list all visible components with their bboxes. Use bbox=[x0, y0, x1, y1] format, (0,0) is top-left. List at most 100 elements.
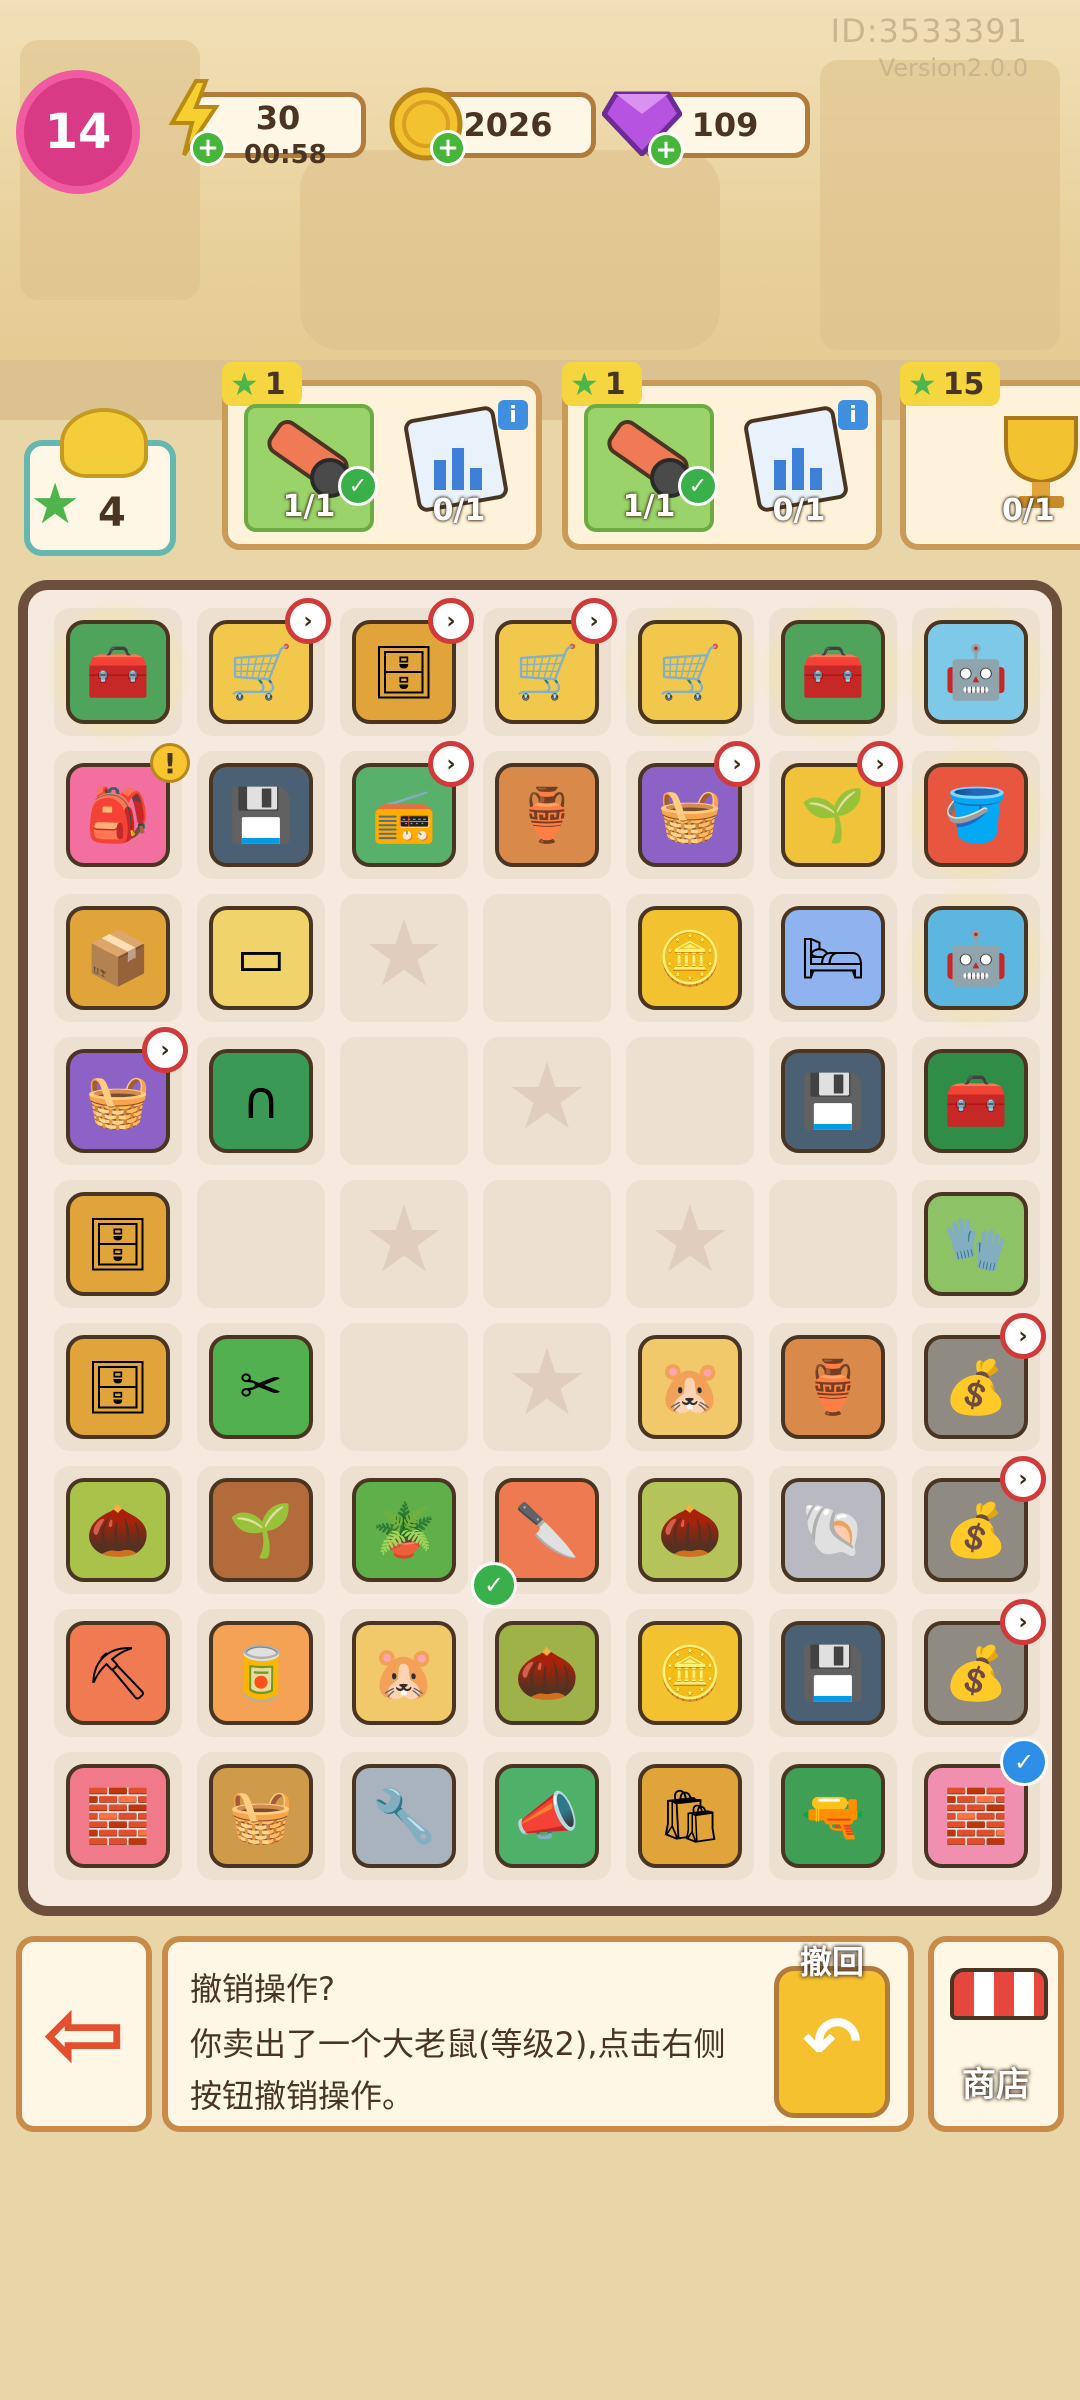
board-cell[interactable]: 🤖 bbox=[902, 884, 1050, 1032]
board-cell[interactable]: 🧺 › bbox=[626, 741, 760, 879]
empty-cell[interactable] bbox=[197, 1180, 325, 1308]
hamster-family-icon[interactable]: 🐹 bbox=[352, 1621, 456, 1725]
broken-pot-icon[interactable]: 🏺 bbox=[781, 1335, 885, 1439]
gold-coin-icon[interactable]: 🪙 bbox=[638, 906, 742, 1010]
pruning-shears-icon[interactable]: ✂ bbox=[209, 1335, 313, 1439]
board-cell[interactable]: 🗄 bbox=[54, 1180, 182, 1308]
board-cell[interactable]: 🤖 bbox=[902, 598, 1050, 746]
board-cell[interactable]: 🗄 › bbox=[340, 598, 474, 736]
dirt-crate-icon[interactable]: 🧱 bbox=[66, 1764, 170, 1868]
work-glove-icon[interactable]: 🧤 bbox=[924, 1192, 1028, 1296]
board-cell[interactable]: 🐹 bbox=[340, 1609, 468, 1737]
hand-strengthener-icon[interactable]: 🔧 bbox=[352, 1764, 456, 1868]
board-cell[interactable]: ✂ bbox=[197, 1323, 325, 1451]
board-cell[interactable]: 🏺 bbox=[769, 1323, 897, 1451]
board-cell[interactable]: 🧤 bbox=[912, 1180, 1040, 1308]
green-toolbox-icon[interactable]: 🧰 bbox=[66, 620, 170, 724]
empty-cell[interactable] bbox=[769, 1180, 897, 1308]
order-item-trophy[interactable]: 0/1 bbox=[996, 404, 1080, 532]
seed-bag-flat-icon[interactable]: 🌰 bbox=[638, 1478, 742, 1582]
info-icon[interactable]: i bbox=[838, 400, 868, 430]
board-cell[interactable]: 🗄 bbox=[54, 1323, 182, 1451]
board-cell[interactable]: 🧰 bbox=[912, 1037, 1040, 1165]
board-cell[interactable]: 💾 bbox=[769, 1609, 897, 1737]
empty-cell[interactable] bbox=[626, 1180, 754, 1308]
gems-plus-button[interactable]: + bbox=[648, 132, 684, 168]
board-cell[interactable]: 🧱 ✓ bbox=[912, 1738, 1048, 1880]
board-cell[interactable]: 🌰 bbox=[54, 1466, 182, 1594]
pink-backpack-icon[interactable]: 🎒 bbox=[66, 763, 170, 867]
undo-button[interactable]: 撤回 ↶ bbox=[774, 1943, 890, 2118]
board-cell[interactable]: 🧰 bbox=[759, 598, 907, 746]
empty-cell[interactable] bbox=[483, 894, 611, 1022]
board-cell[interactable]: 🔪 ✓ bbox=[471, 1466, 611, 1608]
empty-cell[interactable] bbox=[483, 1323, 611, 1451]
board-cell[interactable]: 🪴 bbox=[340, 1466, 468, 1594]
empty-tray-icon[interactable]: ▭ bbox=[209, 906, 313, 1010]
empty-cell[interactable] bbox=[340, 894, 468, 1022]
paint-bucket-icon[interactable]: 🪣 bbox=[924, 763, 1028, 867]
board-cell[interactable]: 💰 › bbox=[912, 1456, 1046, 1594]
board-cell[interactable]: 🪙 bbox=[626, 1609, 754, 1737]
board-cell[interactable]: 🧺 › bbox=[54, 1027, 188, 1165]
energy-plus-button[interactable]: + bbox=[190, 130, 226, 166]
order-card-3[interactable]: ★ 15 0/1 bbox=[900, 362, 1080, 550]
empty-cell[interactable] bbox=[626, 1037, 754, 1165]
pickaxe-icon[interactable]: ⛏ bbox=[66, 1621, 170, 1725]
board-cell[interactable]: 🔧 bbox=[340, 1752, 468, 1880]
board-cell[interactable]: 🪣 bbox=[902, 741, 1050, 889]
green-toolbox-open-icon[interactable]: 🧰 bbox=[781, 620, 885, 724]
cardboard-box-icon[interactable]: 📦 bbox=[66, 906, 170, 1010]
board-cell[interactable]: 🎒! bbox=[54, 743, 190, 879]
empty-cell[interactable] bbox=[483, 1180, 611, 1308]
cpu-chip-2-icon[interactable]: 💾 bbox=[781, 1049, 885, 1153]
empty-cell[interactable] bbox=[483, 1037, 611, 1165]
empty-cell[interactable] bbox=[340, 1323, 468, 1451]
paper-bag-icon[interactable]: 🛍 bbox=[638, 1764, 742, 1868]
board-cell[interactable]: 🌱 › bbox=[769, 741, 903, 879]
snail-shell-icon[interactable]: 🐚 bbox=[781, 1478, 885, 1582]
coin-pile-icon[interactable]: 🪙 bbox=[638, 1621, 742, 1725]
board-cell[interactable]: 🛒 bbox=[616, 598, 764, 746]
hamsters-icon[interactable]: 🐹 bbox=[638, 1335, 742, 1439]
board-cell[interactable]: 🔫 bbox=[769, 1752, 897, 1880]
empty-cell[interactable] bbox=[340, 1037, 468, 1165]
megaphone-icon[interactable]: 📣 bbox=[495, 1764, 599, 1868]
shopping-cart-blue-icon[interactable]: 🛒 bbox=[638, 620, 742, 724]
exit-button[interactable]: ⇦ bbox=[16, 1936, 152, 2132]
board-cell[interactable]: 💾 bbox=[197, 751, 325, 879]
order-item-report-chart[interactable]: 0/1 i bbox=[394, 400, 528, 532]
board-cell[interactable]: 💰 › bbox=[912, 1599, 1046, 1737]
board-cell[interactable]: 🌰 bbox=[483, 1609, 611, 1737]
board-cell[interactable]: 🐚 bbox=[769, 1466, 897, 1594]
board-cell[interactable]: 🥫 bbox=[197, 1609, 325, 1737]
clay-pot-icon[interactable]: 🏺 bbox=[495, 763, 599, 867]
potted-tree-icon[interactable]: 🪴 bbox=[352, 1478, 456, 1582]
order-card-1[interactable]: ★ 1 1/1 ✓ 0/1 i bbox=[222, 362, 542, 550]
empty-cell[interactable] bbox=[340, 1180, 468, 1308]
board-cell[interactable]: 🪙 bbox=[626, 894, 754, 1022]
cpu-chip-3-icon[interactable]: 💾 bbox=[781, 1621, 885, 1725]
board-cell[interactable]: 🛏 bbox=[769, 894, 897, 1022]
coins-plus-button[interactable]: + bbox=[430, 130, 466, 166]
seed-bags-stack-icon[interactable]: 🌰 bbox=[495, 1621, 599, 1725]
robot-vacuum-blue-icon[interactable]: 🤖 bbox=[924, 906, 1028, 1010]
shop-button[interactable]: 商店 bbox=[928, 1936, 1064, 2132]
board-cell[interactable]: 🛍 bbox=[626, 1752, 754, 1880]
small-drawer-icon[interactable]: 🗄 bbox=[66, 1192, 170, 1296]
order-item-report-chart[interactable]: 0/1 i bbox=[734, 400, 868, 532]
board-cell[interactable]: ⛏ bbox=[54, 1609, 182, 1737]
seedling-icon[interactable]: 🌱 bbox=[209, 1478, 313, 1582]
green-toolbox-closed-icon[interactable]: 🧰 bbox=[924, 1049, 1028, 1153]
board-cell[interactable]: 📻 › bbox=[340, 741, 474, 879]
box-cutter-icon[interactable]: 🔪 bbox=[495, 1478, 599, 1582]
board-cell[interactable]: 💰 › bbox=[912, 1313, 1046, 1451]
order-card-2[interactable]: ★ 1 1/1 ✓ 0/1 i bbox=[562, 362, 882, 550]
wicker-basket-icon[interactable]: 🧺 bbox=[209, 1764, 313, 1868]
board-cell[interactable]: 🌱 bbox=[197, 1466, 325, 1594]
level-badge[interactable]: 14 bbox=[16, 70, 140, 194]
board-cell[interactable]: 🐹 bbox=[626, 1323, 754, 1451]
board-cell[interactable]: ∩ bbox=[197, 1037, 325, 1165]
board-cell[interactable]: 📦 bbox=[54, 894, 182, 1022]
blue-pillow-icon[interactable]: 🛏 bbox=[781, 906, 885, 1010]
